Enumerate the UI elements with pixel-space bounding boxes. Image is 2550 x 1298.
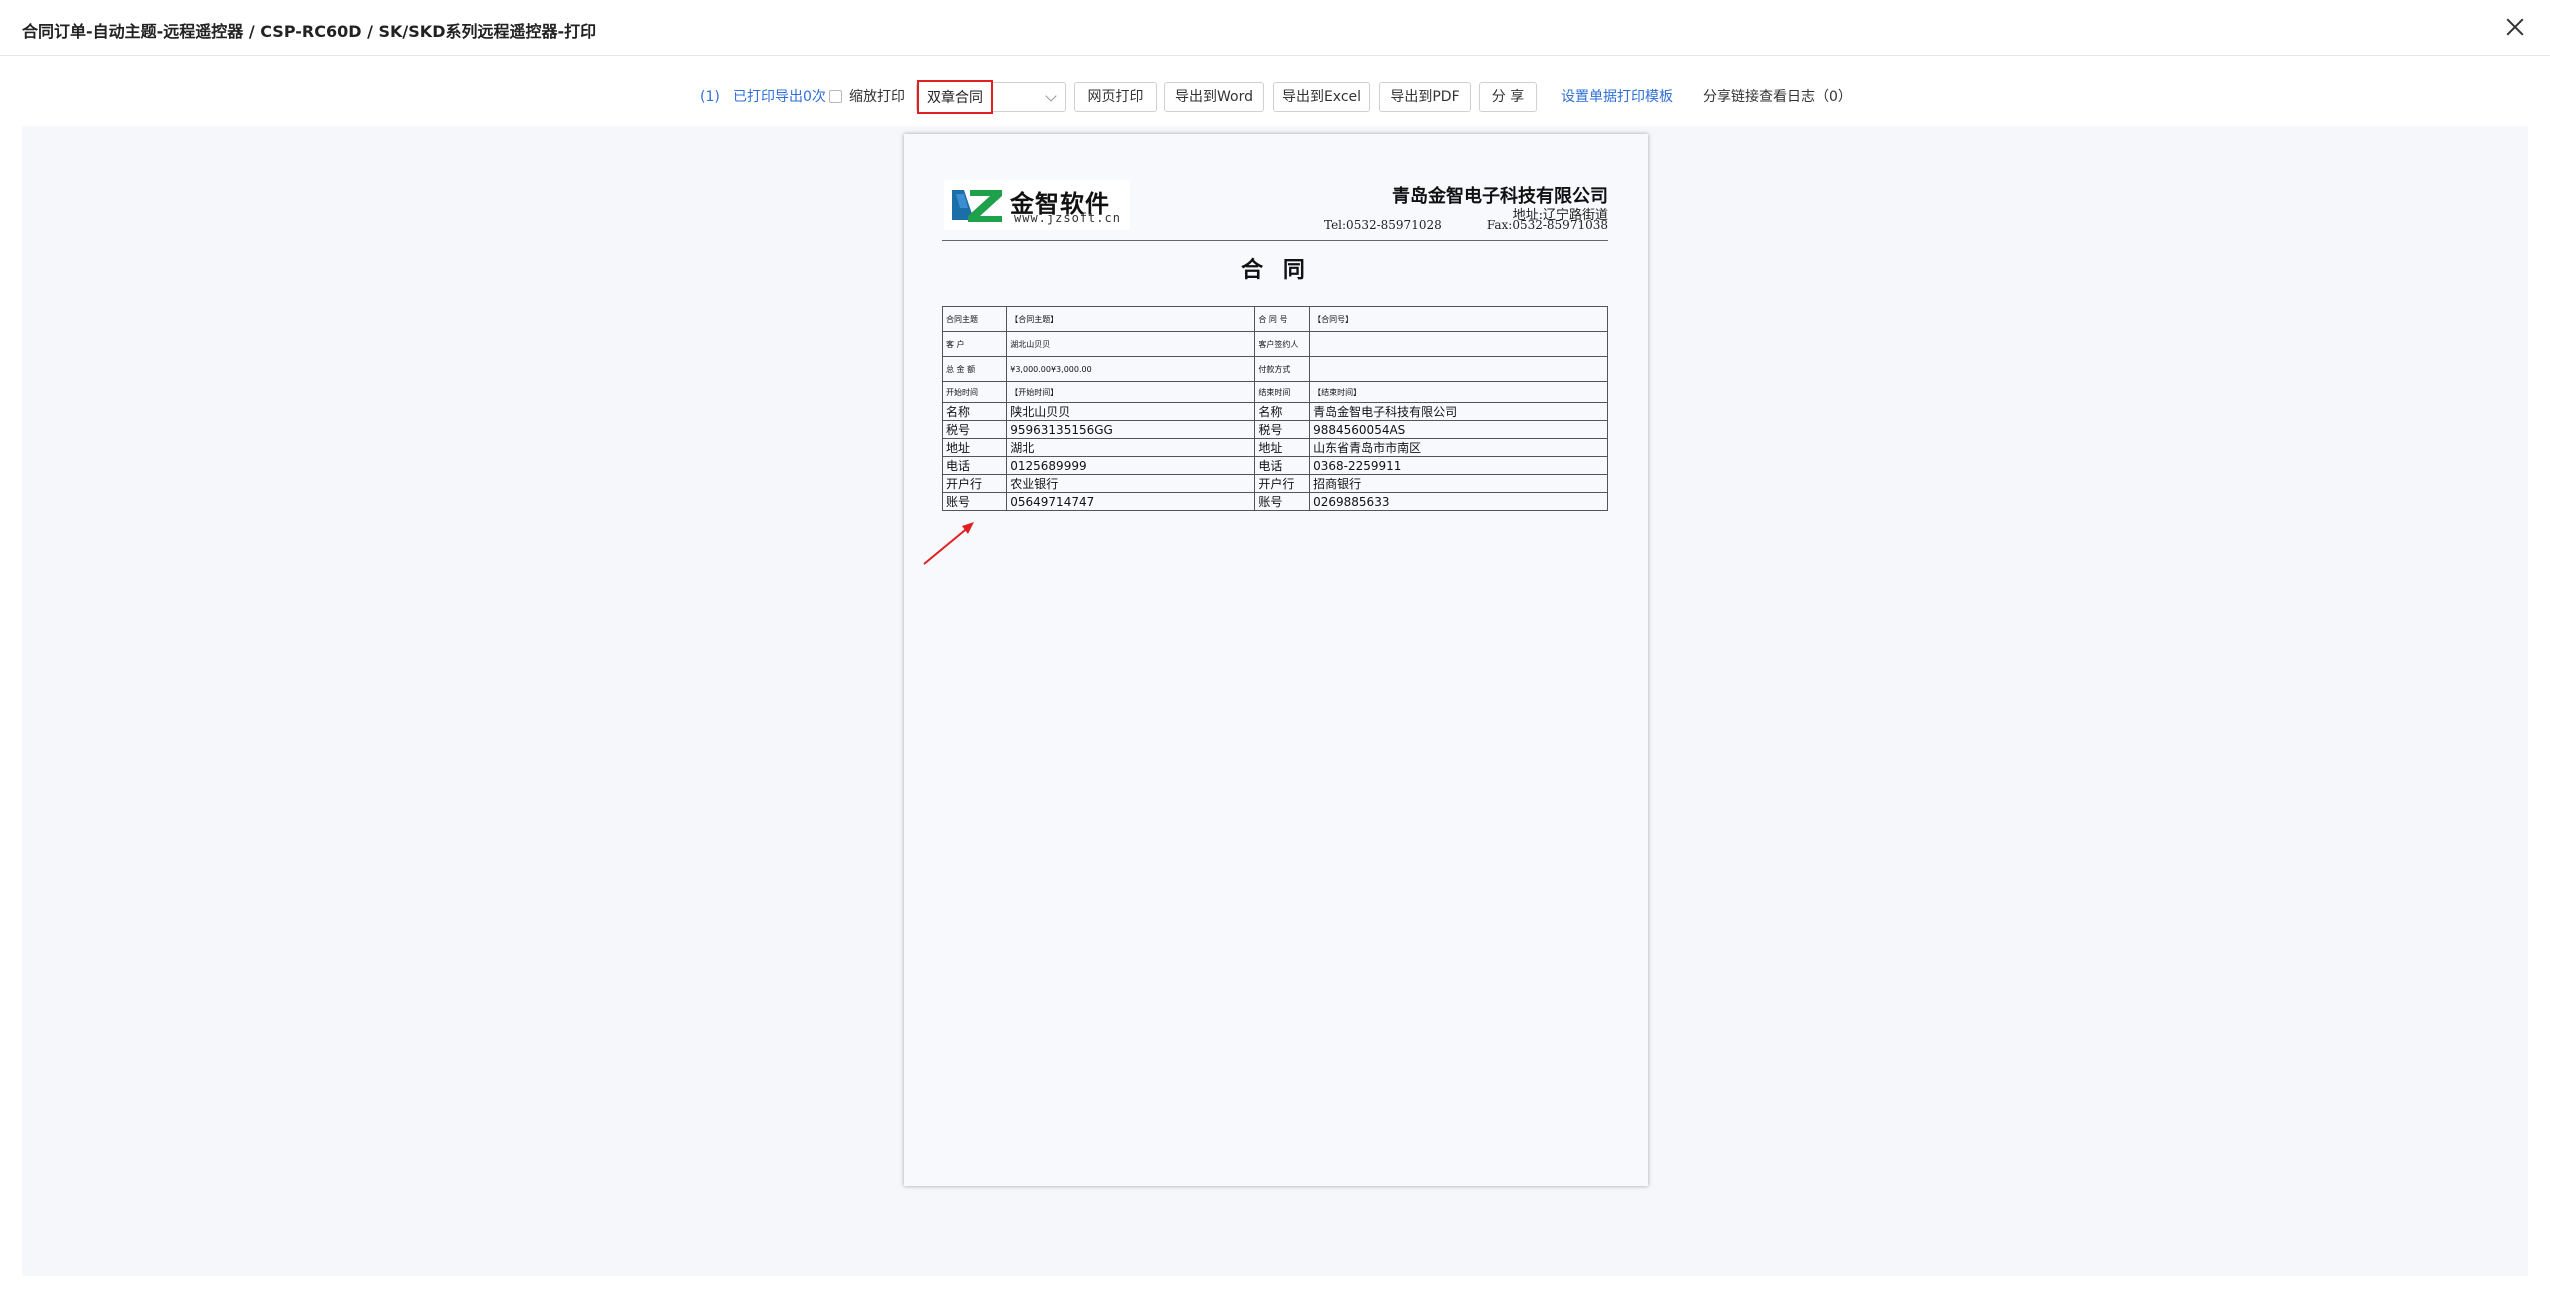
table-cell: 开户行 [941,474,1008,493]
zoom-print-label: 缩放打印 [849,89,905,105]
table-cell: 山东省青岛市市南区 [1309,438,1608,457]
table-row: 名称 陕北山贝贝 名称 青岛金智电子科技有限公司 [941,402,1608,421]
table-row: 客 户 湖北山贝贝 客户签约人 [941,331,1608,357]
print-toolbar: (1) 已打印导出0次 缩放打印 双章合同 网页打印 导出到Word 导出到Ex… [0,80,2550,114]
table-cell: 【结束时间】 [1309,381,1608,403]
table-cell: 账号 [941,492,1008,511]
table-cell: 陕北山贝贝 [1006,402,1256,421]
table-cell: 开始时间 [941,381,1008,403]
printed-status-link[interactable]: 已打印导出0次 [733,80,826,114]
table-cell: 青岛金智电子科技有限公司 [1309,402,1608,421]
template-select-value: 双章合同 [917,80,993,114]
table-cell: 地址 [941,438,1008,457]
table-cell: 电话 [1254,456,1311,475]
table-cell: ¥3,000.00¥3,000.00 [1006,356,1256,382]
preview-canvas: 金智软件 www.jzsoft.cn 青岛金智电子科技有限公司 地址:辽宁路街道… [22,126,2528,1276]
logo-url: www.jzsoft.cn [1014,211,1121,225]
zoom-print-checkbox[interactable] [829,90,842,103]
table-cell: 【合同主题】 [1006,306,1256,332]
table-cell: 【开始时间】 [1006,381,1256,403]
table-row: 账号 05649714747 账号 0269885633 [941,492,1608,511]
table-cell: 付款方式 [1254,356,1311,382]
header-divider [942,240,1608,241]
table-row: 合同主题 【合同主题】 合 同 号 【合同号】 [941,306,1608,332]
table-row: 税号 95963135156GG 税号 9884560054AS [941,420,1608,439]
share-log-link[interactable]: 分享链接查看日志（0） [1703,80,1852,114]
table-row: 开户行 农业银行 开户行 招商银行 [941,474,1608,493]
export-pdf-button[interactable]: 导出到PDF [1379,82,1471,112]
company-logo: 金智软件 www.jzsoft.cn [944,180,1130,230]
table-cell: 9884560054AS [1309,420,1608,439]
document-title: 合 同 [1241,258,1311,283]
table-cell: 客户签约人 [1254,331,1311,357]
contract-table: 合同主题 【合同主题】 合 同 号 【合同号】 客 户 湖北山贝贝 客户签约人 … [941,306,1608,511]
table-cell: 0269885633 [1309,492,1608,511]
table-row: 地址 湖北 地址 山东省青岛市市南区 [941,438,1608,457]
table-cell: 开户行 [1254,474,1311,493]
export-word-button[interactable]: 导出到Word [1164,82,1264,112]
table-cell: 农业银行 [1006,474,1256,493]
table-cell: 招商银行 [1309,474,1608,493]
dialog-titlebar: 合同订单-自动主题-远程遥控器 / CSP-RC60D / SK/SKD系列远程… [0,0,2550,56]
web-print-button[interactable]: 网页打印 [1074,82,1157,112]
close-icon[interactable] [2502,14,2528,40]
table-cell: 客 户 [941,331,1008,357]
table-cell: 税号 [941,420,1008,439]
count-link[interactable]: (1) [700,80,720,114]
table-cell: 结束时间 [1254,381,1311,403]
table-cell: 电话 [941,456,1008,475]
table-cell: 0125689999 [1006,456,1256,475]
company-fax: Fax:0532-85971038 [1486,218,1608,232]
template-settings-link[interactable]: 设置单据打印模板 [1561,80,1673,114]
table-cell: 【合同号】 [1309,306,1608,332]
company-tel: Tel:0532-85971028 [1324,218,1442,232]
table-row: 电话 0125689999 电话 0368-2259911 [941,456,1608,475]
table-cell: 湖北山贝贝 [1006,331,1256,357]
table-cell: 95963135156GG [1006,420,1256,439]
logo-mark-icon [950,186,1004,224]
table-cell [1309,356,1608,382]
table-cell: 0368-2259911 [1309,456,1608,475]
share-button[interactable]: 分 享 [1479,82,1537,112]
table-row: 开始时间 【开始时间】 结束时间 【结束时间】 [941,381,1608,403]
print-page: 金智软件 www.jzsoft.cn 青岛金智电子科技有限公司 地址:辽宁路街道… [904,134,1648,1186]
table-cell: 合同主题 [941,306,1008,332]
table-cell: 账号 [1254,492,1311,511]
dialog-title: 合同订单-自动主题-远程遥控器 / CSP-RC60D / SK/SKD系列远程… [22,22,597,41]
export-excel-button[interactable]: 导出到Excel [1273,82,1370,112]
table-cell: 合 同 号 [1254,306,1311,332]
table-cell: 地址 [1254,438,1311,457]
table-cell: 05649714747 [1006,492,1256,511]
table-cell: 税号 [1254,420,1311,439]
table-cell: 名称 [1254,402,1311,421]
template-select[interactable]: 双章合同 [916,80,1066,114]
annotation-arrow-icon [923,522,974,565]
table-cell: 湖北 [1006,438,1256,457]
table-cell: 名称 [941,402,1008,421]
table-row: 总 金 额 ¥3,000.00¥3,000.00 付款方式 [941,356,1608,382]
table-cell [1309,331,1608,357]
table-cell: 总 金 额 [941,356,1008,382]
chevron-down-icon [1045,90,1057,102]
